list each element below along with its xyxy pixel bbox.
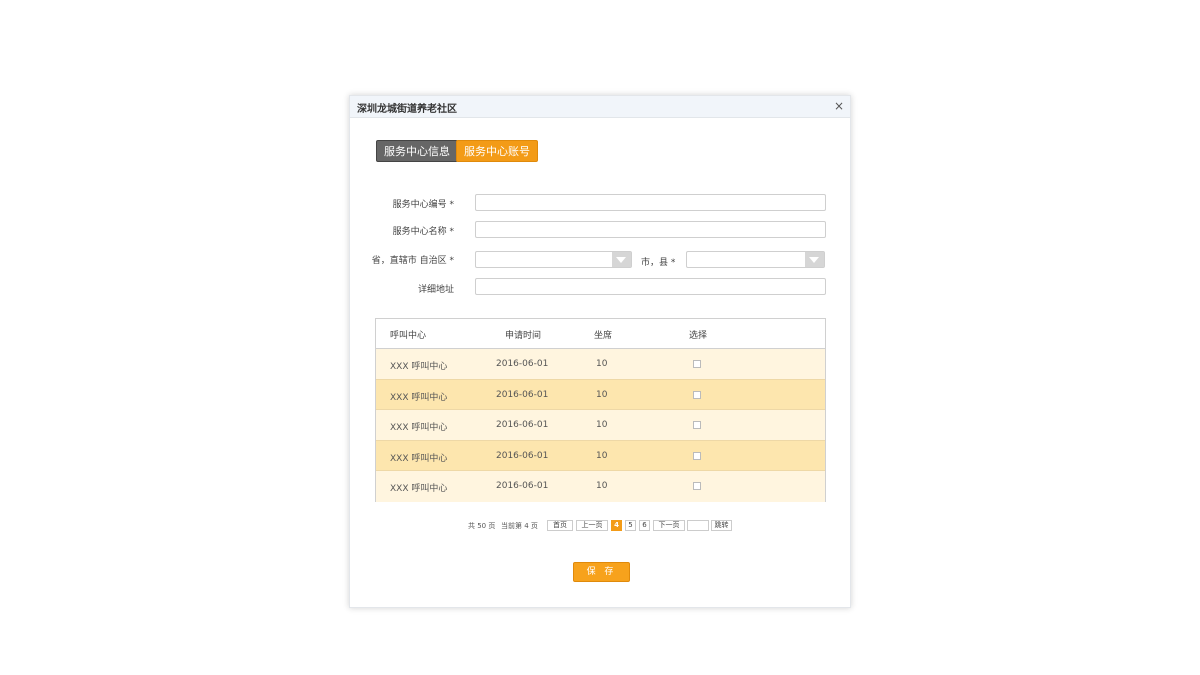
name-label: 服务中心名称 * (392, 227, 454, 237)
tab-center-account[interactable]: 服务中心账号 (456, 140, 538, 162)
tab-center-info[interactable]: 服务中心信息 (376, 140, 458, 162)
cell-center: XXX 呼叫中心 (390, 392, 448, 403)
cell-time: 2016-06-01 (496, 389, 549, 400)
row-checkbox[interactable] (693, 451, 701, 460)
cell-center: XXX 呼叫中心 (390, 423, 448, 433)
cell-time: 2016-06-01 (496, 450, 549, 461)
cell-time: 2016-06-01 (496, 481, 549, 491)
header-call-center: 呼叫中心 (390, 331, 427, 341)
close-icon[interactable]: × (834, 99, 844, 113)
pager-next-button[interactable]: 下一页 (653, 520, 685, 531)
pager-page-6[interactable]: 6 (639, 520, 650, 531)
cell-seats: 10 (596, 389, 608, 400)
pager-page-4[interactable]: 4 (611, 520, 622, 531)
address-label: 详细地址 (417, 285, 454, 295)
header-apply-time: 申请时间 (505, 331, 542, 341)
province-select[interactable] (475, 251, 632, 268)
cell-center: XXX 呼叫中心 (390, 453, 448, 464)
pager-prev-button[interactable]: 上一页 (576, 520, 608, 531)
cell-center: XXX 呼叫中心 (390, 362, 448, 372)
chevron-down-icon (612, 252, 631, 267)
city-select[interactable] (686, 251, 825, 268)
dialog-title: 深圳龙城街道养老社区 (357, 104, 457, 115)
row-checkbox[interactable] (693, 421, 701, 429)
cell-time: 2016-06-01 (496, 420, 549, 430)
header-select: 选择 (689, 331, 708, 341)
cell-seats: 10 (596, 420, 608, 430)
row-checkbox[interactable] (693, 482, 701, 490)
cell-seats: 10 (596, 450, 608, 461)
pager-jump-button[interactable]: 跳转 (711, 520, 732, 531)
table-row: XXX 呼叫中心 2016-06-01 10 (376, 471, 825, 502)
table-row: XXX 呼叫中心 2016-06-01 10 (376, 379, 825, 410)
table-row: XXX 呼叫中心 2016-06-01 10 (376, 410, 825, 441)
header-seats: 坐席 (594, 331, 613, 341)
table-row: XXX 呼叫中心 2016-06-01 10 (376, 349, 825, 380)
code-label: 服务中心编号 * (392, 200, 454, 210)
dialog-titlebar: 深圳龙城街道养老社区 × (350, 96, 850, 118)
cell-time: 2016-06-01 (496, 359, 549, 369)
pager-jump-input[interactable] (687, 520, 709, 531)
pager-first-button[interactable]: 首页 (547, 520, 573, 531)
row-checkbox[interactable] (693, 390, 701, 399)
address-input[interactable] (475, 278, 826, 295)
pager-page-5[interactable]: 5 (625, 520, 636, 531)
center-name-input[interactable] (475, 221, 826, 238)
pager-total: 共 50 页 (468, 522, 496, 530)
pager-current: 当前第 4 页 (501, 522, 538, 530)
province-label: 省，直辖市 自治区 * (371, 256, 454, 266)
row-checkbox[interactable] (693, 360, 701, 368)
cell-seats: 10 (596, 359, 608, 369)
center-code-input[interactable] (475, 194, 826, 211)
cell-center: XXX 呼叫中心 (390, 484, 448, 494)
cell-seats: 10 (596, 481, 608, 491)
table-row: XXX 呼叫中心 2016-06-01 10 (376, 440, 825, 471)
chevron-down-icon (805, 252, 824, 267)
dialog: 深圳龙城街道养老社区 × 服务中心信息 服务中心账号 服务中心编号 * 服务中心… (349, 95, 851, 608)
save-button[interactable]: 保 存 (573, 562, 630, 582)
call-center-table: 呼叫中心 申请时间 坐席 选择 XXX 呼叫中心 2016-06-01 10 X… (375, 318, 826, 502)
city-label: 市，县 * (641, 258, 676, 268)
table-header: 呼叫中心 申请时间 坐席 选择 (376, 319, 825, 349)
